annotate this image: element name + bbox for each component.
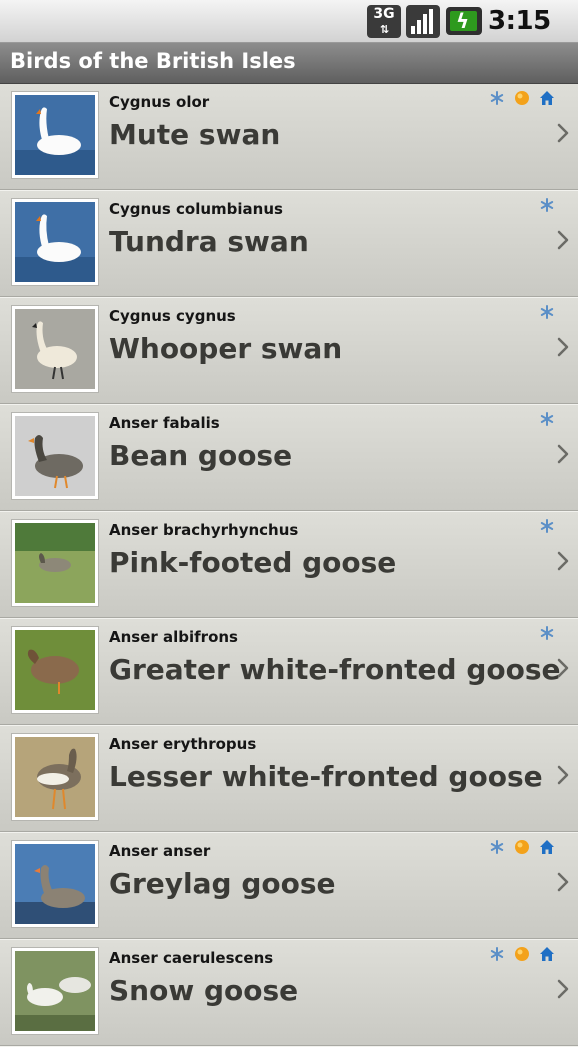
occurrence-icons bbox=[539, 625, 555, 643]
winter-visitor-icon bbox=[540, 626, 554, 640]
list-item[interactable]: Anser albifrons Greater white-fronted goo… bbox=[0, 619, 578, 726]
occurrence-icons bbox=[539, 304, 555, 322]
occurrence-icons bbox=[489, 946, 555, 964]
bird-photo bbox=[12, 841, 98, 927]
scientific-name: Anser erythropus bbox=[109, 735, 257, 753]
occurrence-icons bbox=[489, 839, 555, 857]
list-item[interactable]: Anser erythropus Lesser white-fronted goo… bbox=[0, 726, 578, 833]
bird-photo bbox=[12, 627, 98, 713]
summer-visitor-icon bbox=[515, 947, 529, 961]
common-name: Bean goose bbox=[109, 439, 293, 472]
occurrence-icons bbox=[489, 90, 555, 108]
chevron-right-icon bbox=[557, 444, 569, 464]
common-name: Snow goose bbox=[109, 974, 299, 1007]
resident-icon bbox=[540, 91, 554, 105]
list-item[interactable]: Anser fabalis Bean goose bbox=[0, 405, 578, 512]
chevron-right-icon bbox=[557, 979, 569, 999]
winter-visitor-icon bbox=[540, 198, 554, 212]
winter-visitor-icon bbox=[490, 840, 504, 854]
chevron-right-icon bbox=[557, 123, 569, 143]
list-item[interactable]: Cygnus olor Mute swan bbox=[0, 84, 578, 191]
common-name: Greater white-fronted goose bbox=[109, 653, 561, 686]
resident-icon bbox=[540, 947, 554, 961]
bird-photo bbox=[12, 413, 98, 499]
app-title-bar: Birds of the British Isles bbox=[0, 43, 578, 84]
scientific-name: Cygnus columbianus bbox=[109, 200, 283, 218]
list-item[interactable]: Anser anser Greylag goose bbox=[0, 833, 578, 940]
winter-visitor-icon bbox=[490, 947, 504, 961]
list-item[interactable]: Anser brachyrhynchus Pink-footed goose bbox=[0, 512, 578, 619]
occurrence-icons bbox=[539, 411, 555, 429]
bird-photo bbox=[12, 306, 98, 392]
list-item[interactable]: Anser caerulescens Snow goose bbox=[0, 940, 578, 1047]
chevron-right-icon bbox=[557, 551, 569, 571]
bird-photo bbox=[12, 948, 98, 1034]
common-name: Lesser white-fronted goose bbox=[109, 760, 543, 793]
scientific-name: Cygnus olor bbox=[109, 93, 210, 111]
summer-visitor-icon bbox=[515, 840, 529, 854]
chevron-right-icon bbox=[557, 765, 569, 785]
common-name: Whooper swan bbox=[109, 332, 343, 365]
winter-visitor-icon bbox=[540, 519, 554, 533]
common-name: Pink-footed goose bbox=[109, 546, 397, 579]
occurrence-icons bbox=[539, 197, 555, 215]
bird-list[interactable]: Cygnus olor Mute swan Cygnus columbianus T… bbox=[0, 84, 578, 1047]
chevron-right-icon bbox=[557, 658, 569, 678]
scientific-name: Anser anser bbox=[109, 842, 211, 860]
common-name: Tundra swan bbox=[109, 225, 309, 258]
common-name: Greylag goose bbox=[109, 867, 336, 900]
summer-visitor-icon bbox=[515, 91, 529, 105]
list-item[interactable]: Cygnus columbianus Tundra swan bbox=[0, 191, 578, 298]
occurrence-icons bbox=[539, 518, 555, 536]
battery-charging-icon: ϟ bbox=[446, 7, 482, 35]
bird-photo bbox=[12, 520, 98, 606]
scientific-name: Cygnus cygnus bbox=[109, 307, 236, 325]
list-item[interactable]: Cygnus cygnus Whooper swan bbox=[0, 298, 578, 405]
app-title: Birds of the British Isles bbox=[10, 49, 296, 73]
status-bar: 3G ⇅ ϟ 3:15 PM bbox=[0, 0, 578, 63]
bird-photo bbox=[12, 199, 98, 285]
winter-visitor-icon bbox=[540, 412, 554, 426]
chevron-right-icon bbox=[557, 230, 569, 250]
scientific-name: Anser caerulescens bbox=[109, 949, 274, 967]
common-name: Mute swan bbox=[109, 118, 281, 151]
winter-visitor-icon bbox=[490, 91, 504, 105]
bird-photo bbox=[12, 734, 98, 820]
scientific-name: Anser fabalis bbox=[109, 414, 220, 432]
bird-photo bbox=[12, 92, 98, 178]
3g-network-icon: 3G ⇅ bbox=[367, 5, 401, 38]
winter-visitor-icon bbox=[540, 305, 554, 319]
resident-icon bbox=[540, 840, 554, 854]
scientific-name: Anser albifrons bbox=[109, 628, 238, 646]
chevron-right-icon bbox=[557, 872, 569, 892]
chevron-right-icon bbox=[557, 337, 569, 357]
signal-strength-icon bbox=[406, 5, 440, 38]
scientific-name: Anser brachyrhynchus bbox=[109, 521, 299, 539]
